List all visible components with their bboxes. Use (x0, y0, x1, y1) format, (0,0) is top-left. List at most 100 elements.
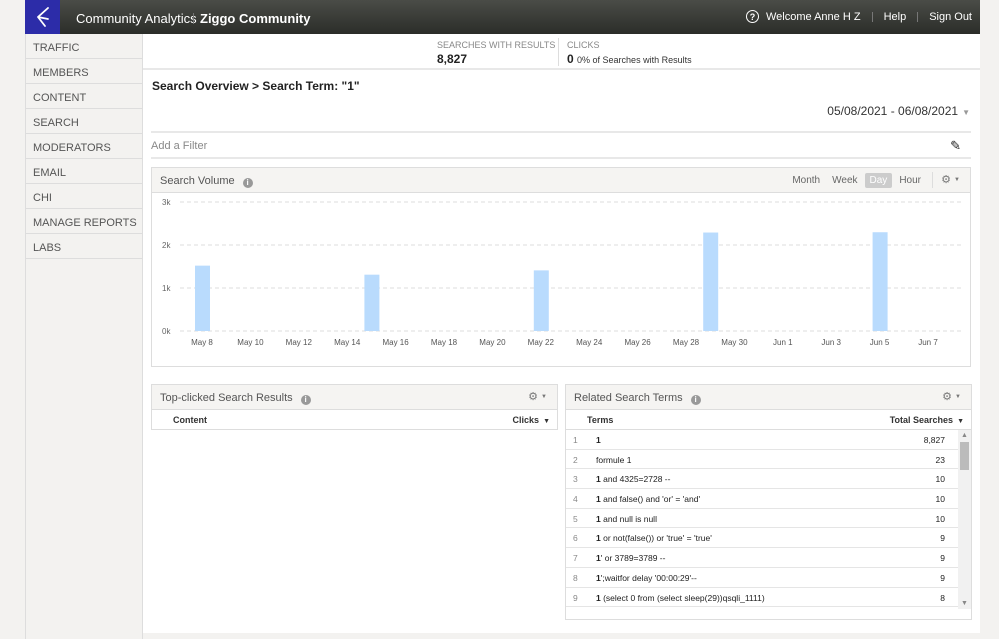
clicks-value: 0 (567, 52, 574, 66)
row-term[interactable]: 1 and false() and 'or' = 'and' (596, 494, 700, 504)
sign-out-link[interactable]: Sign Out (929, 11, 972, 23)
stat-label: SEARCHES WITH RESULTS (437, 40, 556, 50)
help-link[interactable]: Help (884, 11, 907, 23)
term-rest: ';waitfor delay '00:00:29'-- (600, 572, 697, 583)
col-terms[interactable]: Terms (587, 415, 613, 425)
search-volume-chart: 0k 1k 2k 3k May 8 May 10 May 12 May 14 May 16 May… (162, 198, 962, 347)
bar-may-15[interactable] (364, 274, 380, 331)
sidebar-item-chi[interactable]: CHI (26, 184, 142, 209)
divider (932, 172, 933, 188)
table-row[interactable]: 5 1 and null is null 10 (566, 509, 958, 529)
top-bar: Community Analytics Ziggo Community ? We… (25, 0, 980, 34)
col-clicks[interactable]: Clicks ▼ (513, 415, 550, 425)
scroll-up-icon[interactable]: ▲ (961, 432, 968, 439)
x-tick-label: May 22 (528, 338, 555, 347)
granularity-month[interactable]: Month (787, 173, 825, 188)
help-icon[interactable]: ? (746, 10, 759, 23)
sidebar-item-email[interactable]: EMAIL (26, 159, 142, 184)
search-volume-panel: Search Volume i Month Week Day Hour ⚙ ▼ 0k… (151, 167, 971, 367)
x-tick-label: Jun 1 (773, 338, 793, 347)
term-rest: formule 1 (596, 454, 632, 465)
bar-may-22[interactable] (533, 270, 549, 331)
app-title[interactable]: Community Analytics (76, 11, 197, 26)
sidebar-item-members[interactable]: MEMBERS (26, 59, 142, 84)
stat-value: 0 0% of Searches with Results (567, 52, 692, 66)
x-tick-label: May 16 (382, 338, 409, 347)
granularity-day[interactable]: Day (864, 173, 893, 188)
table-row[interactable]: 1 1 8,827 (566, 430, 958, 450)
community-name[interactable]: Ziggo Community (200, 11, 311, 26)
bar-may-29[interactable] (703, 232, 719, 331)
row-term[interactable]: 1 or not(false()) or 'true' = 'true' (596, 533, 712, 543)
main-content: SEARCHES WITH RESULTS 8,827 CLICKS 0 0% … (143, 34, 980, 633)
add-filter-input[interactable]: Add a Filter (151, 140, 207, 152)
divider (558, 38, 559, 66)
sidebar-item-manage-reports[interactable]: MANAGE REPORTS (26, 209, 142, 234)
table-row[interactable]: 6 1 or not(false()) or 'true' = 'true' 9 (566, 528, 958, 549)
pencil-icon[interactable]: ✎ (950, 138, 961, 154)
table-row[interactable]: 2 formule 1 23 (566, 450, 958, 470)
row-value: 10 (935, 494, 945, 505)
sidebar-item-moderators[interactable]: MODERATORS (26, 134, 142, 159)
table-row[interactable]: 4 1 and false() and 'or' = 'and' 10 (566, 489, 958, 509)
gear-icon: ⚙ (942, 391, 953, 403)
sidebar-item-traffic[interactable]: TRAFFIC (26, 34, 142, 59)
row-index: 9 (573, 592, 578, 603)
info-icon[interactable]: i (300, 395, 311, 405)
sort-icon: ▼ (957, 418, 964, 425)
date-range-text: 05/08/2021 - 06/08/2021 (827, 104, 959, 118)
chevron-down-icon: ▼ (954, 177, 960, 183)
chevron-down-icon: ▼ (955, 394, 961, 400)
row-value: 10 (935, 513, 945, 524)
sidebar: TRAFFIC MEMBERS CONTENT SEARCH MODERATOR… (25, 34, 143, 639)
chevron-down-icon: ▼ (962, 108, 970, 117)
granularity-week[interactable]: Week (827, 173, 862, 188)
bar-may-8[interactable] (195, 265, 210, 331)
settings-menu[interactable]: ⚙ ▼ (942, 390, 961, 403)
row-term[interactable]: 1 and 4325=2728 -- (596, 474, 670, 484)
date-range-picker[interactable]: 05/08/2021 - 06/08/2021 ▼ (827, 104, 970, 118)
scroll-down-icon[interactable]: ▼ (961, 600, 968, 607)
row-index: 5 (573, 513, 578, 524)
stat-label: CLICKS (567, 40, 600, 50)
table-header: Content Clicks ▼ (152, 410, 557, 430)
row-value: 9 (940, 553, 945, 564)
info-icon[interactable]: i (242, 178, 253, 188)
row-term[interactable]: 1' or 3789=3789 -- (596, 553, 665, 563)
settings-menu[interactable]: ⚙ ▼ (528, 390, 547, 403)
x-tick-label: May 28 (673, 338, 700, 347)
table-row[interactable]: 8 1';waitfor delay '00:00:29'-- 9 (566, 568, 958, 588)
logo[interactable] (25, 0, 60, 34)
row-term[interactable]: 1 (596, 435, 601, 445)
sidebar-item-search[interactable]: SEARCH (26, 109, 142, 134)
table-row[interactable]: 3 1 and 4325=2728 -- 10 (566, 469, 958, 490)
scrollbar[interactable]: ▲ ▼ (958, 430, 971, 609)
row-term[interactable]: 1';waitfor delay '00:00:29'-- (596, 573, 697, 583)
x-tick-label: Jun 3 (821, 338, 841, 347)
panel-title: Top-clicked Search Results i (160, 392, 311, 405)
info-icon[interactable]: i (690, 395, 701, 405)
bar-jun-5[interactable] (872, 232, 888, 331)
table-row[interactable]: 9 1 (select 0 from (select sleep(29))qsql… (566, 588, 958, 608)
sidebar-item-labs[interactable]: LABS (26, 234, 142, 259)
row-index: 3 (573, 474, 578, 485)
stat-searches: SEARCHES WITH RESULTS 8,827 (437, 40, 555, 66)
table-row[interactable]: 101 and 7248=2491 47578 (566, 607, 958, 609)
granularity-hour[interactable]: Hour (894, 173, 926, 188)
settings-menu[interactable]: ⚙ ▼ (941, 173, 960, 186)
table-row[interactable]: 7 1' or 3789=3789 -- 9 (566, 548, 958, 568)
row-term[interactable]: formule 1 (596, 455, 631, 465)
row-index: 2 (573, 454, 578, 465)
panel-header: Search Volume i Month Week Day Hour ⚙ ▼ (152, 168, 970, 193)
col-total-searches[interactable]: Total Searches ▼ (890, 415, 964, 425)
sidebar-item-content[interactable]: CONTENT (26, 84, 142, 109)
stat-value: 8,827 (437, 52, 468, 66)
row-term[interactable]: 1 (select 0 from (select sleep(29))qsqli… (596, 593, 765, 603)
row-term[interactable]: 1 and null is null (596, 514, 657, 524)
scrollbar-thumb[interactable] (960, 442, 969, 470)
gear-icon: ⚙ (528, 391, 539, 403)
col-content[interactable]: Content (173, 415, 207, 425)
table-header: Terms Total Searches ▼ (566, 410, 971, 430)
title-separator (193, 13, 194, 24)
panel-header: Related Search Terms i ⚙ ▼ (566, 385, 971, 410)
